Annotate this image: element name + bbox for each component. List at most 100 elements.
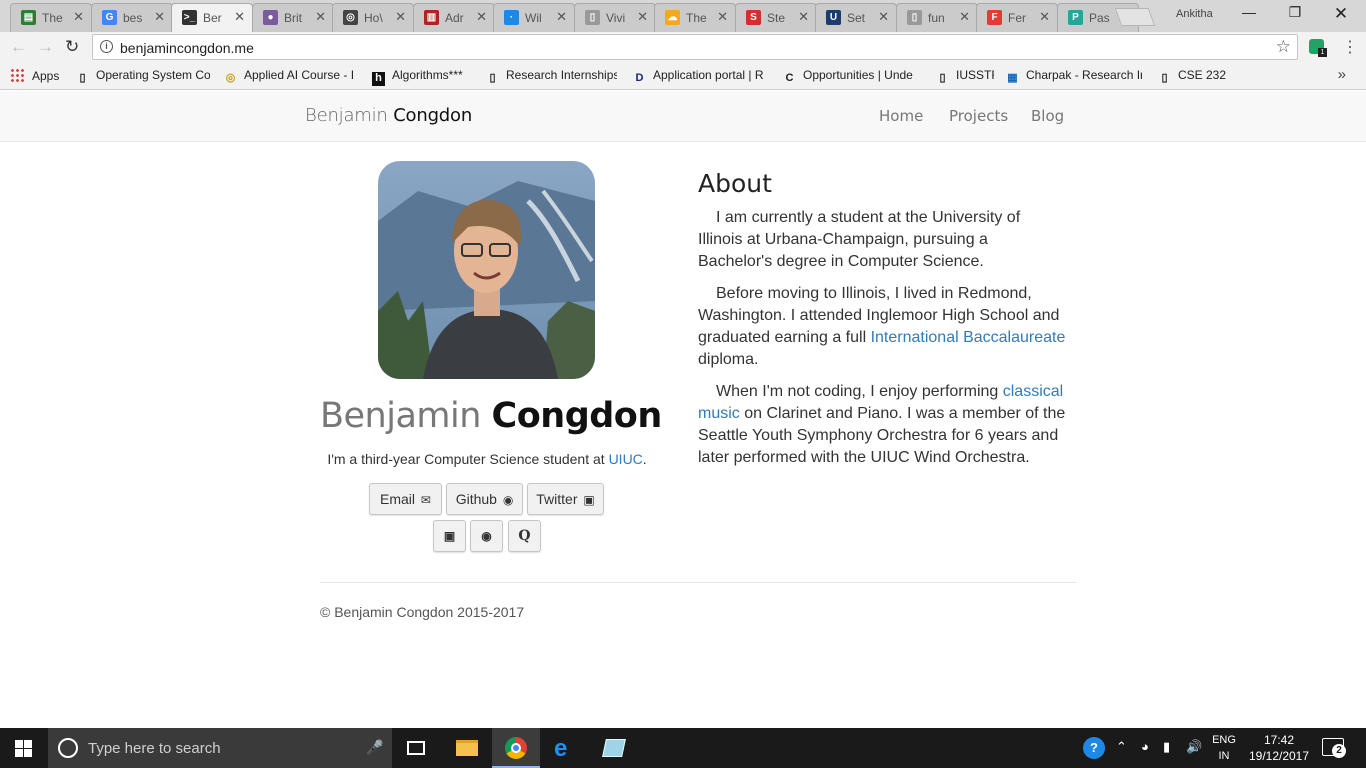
bookmarks-bar: Apps ▯ Operating System Co ◎ Applied AI Cour… xyxy=(0,62,1366,90)
browser-tab[interactable]: ▯ fun ✕ xyxy=(896,3,978,32)
bookmark-star-icon[interactable]: ☆ xyxy=(1276,37,1291,57)
browser-tab[interactable]: ▤ The ✕ xyxy=(10,3,92,32)
url-text[interactable]: benjamincongdon.me xyxy=(120,40,254,56)
bookmark-label: CSE 232 xyxy=(1178,68,1227,82)
tab-close-icon[interactable]: ✕ xyxy=(315,9,326,25)
google-icon: G xyxy=(102,10,117,25)
ib-link[interactable]: International Baccalaureate xyxy=(871,329,1066,346)
window-close-icon[interactable]: ✕ xyxy=(1318,4,1364,24)
taskbar-search[interactable]: Type here to search 🎤 xyxy=(48,728,392,768)
restore-icon[interactable]: ❐ xyxy=(1272,4,1318,21)
bookmark-item[interactable]: ◎ Applied AI Course - I xyxy=(224,68,354,85)
quora-button[interactable]: Q xyxy=(508,520,541,552)
tab-title: fun xyxy=(928,11,945,25)
twitter-button[interactable]: Twitter ▣ xyxy=(527,483,604,515)
minimize-icon[interactable]: — xyxy=(1226,4,1272,20)
para3-text: When I'm not coding, I enjoy performing xyxy=(716,383,1003,400)
browser-tab[interactable]: ● Brit ✕ xyxy=(252,3,334,32)
language-indicator[interactable]: ENG IN xyxy=(1212,732,1236,764)
volume-icon[interactable]: 🔊 xyxy=(1186,739,1202,755)
book-icon: ▤ xyxy=(21,10,36,25)
tab-close-icon[interactable]: ✕ xyxy=(556,9,567,25)
tab-close-icon[interactable]: ✕ xyxy=(154,9,165,25)
browser-tab[interactable]: Gbes ✕ xyxy=(91,3,173,32)
notification-icon[interactable]: 2 xyxy=(1322,738,1346,758)
twitter-label: Twitter xyxy=(536,491,578,507)
browser-tab[interactable]: · Wil ✕ xyxy=(493,3,575,32)
tab-close-icon[interactable]: ✕ xyxy=(798,9,809,25)
bookmark-item[interactable]: ▦ Charpak - Research In xyxy=(1006,68,1142,85)
microphone-icon[interactable]: 🎤 xyxy=(366,739,383,756)
browser-toolbar: ← → ↻ i benjamincongdon.me ☆ 1 ⋮ xyxy=(0,32,1366,62)
uiuc-link[interactable]: UIUC xyxy=(609,451,643,467)
bookmark-item[interactable]: Apps xyxy=(10,68,59,83)
linkedin-button[interactable]: ▣ xyxy=(433,520,466,552)
extension-icon[interactable]: 1 xyxy=(1309,39,1327,57)
wifi-icon[interactable]: ◕ xyxy=(1141,739,1149,754)
nav-projects[interactable]: Projects xyxy=(949,107,1008,125)
windows-start-icon[interactable] xyxy=(15,740,32,757)
fingerprint-icon: ◉ xyxy=(481,529,492,543)
app-icon[interactable] xyxy=(590,728,638,768)
reload-icon[interactable]: ↻ xyxy=(65,37,79,57)
chevron-up-icon[interactable]: ⌃ xyxy=(1116,739,1127,755)
tab-close-icon[interactable]: ✕ xyxy=(1039,9,1050,25)
browser-tab[interactable]: ☁ The ✕ xyxy=(654,3,736,32)
browser-menu-icon[interactable]: ⋮ xyxy=(1342,37,1358,57)
bookmark-item[interactable]: h Algorithms*** xyxy=(372,68,463,86)
f-icon: F xyxy=(987,10,1002,25)
tab-close-icon[interactable]: ✕ xyxy=(717,9,728,25)
info-icon[interactable]: i xyxy=(100,40,113,53)
profile-name[interactable]: Ankitha xyxy=(1176,8,1213,20)
browser-tab[interactable]: S Ste ✕ xyxy=(735,3,817,32)
bookmark-item[interactable]: ▯ CSE 232 xyxy=(1158,68,1226,85)
bookmark-item[interactable]: ▯ IUSSTF xyxy=(936,68,994,85)
battery-icon[interactable]: ▮ xyxy=(1163,739,1170,755)
back-icon[interactable]: ← xyxy=(10,37,27,57)
more-bookmarks-icon[interactable]: » xyxy=(1338,66,1346,83)
browser-tab[interactable]: ▯ Vivi ✕ xyxy=(574,3,656,32)
tab-close-icon[interactable]: ✕ xyxy=(395,9,406,25)
keybase-button[interactable]: ◉ xyxy=(470,520,503,552)
tab-close-icon[interactable]: ✕ xyxy=(476,9,487,25)
new-tab-button[interactable] xyxy=(1114,8,1156,26)
tab-close-icon[interactable]: ✕ xyxy=(637,9,648,25)
bookmark-item[interactable]: ▯ Research Internships xyxy=(486,68,617,85)
browser-tab[interactable]: F Fer ✕ xyxy=(976,3,1058,32)
browser-tab[interactable]: ◎ Ho\ ✕ xyxy=(332,3,414,32)
profile-name: Benjamin Congdon xyxy=(320,396,662,436)
edge-icon[interactable]: e xyxy=(541,728,589,768)
tab-close-icon[interactable]: ✕ xyxy=(234,9,245,25)
tab-close-icon[interactable]: ✕ xyxy=(73,9,84,25)
chrome-taskbar-icon[interactable] xyxy=(492,728,540,768)
bookmark-item[interactable]: C Opportunities | Unde xyxy=(783,68,913,86)
bookmark-label: Application portal | R xyxy=(653,68,764,82)
bookmark-label: Operating System Co xyxy=(96,68,210,82)
forward-icon[interactable]: → xyxy=(37,37,54,57)
github-button[interactable]: Github ◉ xyxy=(446,483,523,515)
site-brand[interactable]: Benjamin Congdon xyxy=(305,105,472,126)
help-icon[interactable]: ? xyxy=(1083,737,1105,759)
browser-tab[interactable]: ▥ Adr ✕ xyxy=(413,3,495,32)
bookmark-item[interactable]: ▯ Operating System Co xyxy=(76,68,210,85)
globe-icon: ◎ xyxy=(343,10,358,25)
system-clock[interactable]: 17:42 19/12/2017 xyxy=(1247,732,1311,764)
bookmark-item[interactable]: D Application portal | R xyxy=(633,68,764,86)
email-button[interactable]: Email ✉ xyxy=(369,483,442,515)
tab-title: Set xyxy=(847,11,866,25)
address-bar[interactable]: i benjamincongdon.me ☆ xyxy=(92,34,1298,60)
tab-close-icon[interactable]: ✕ xyxy=(878,9,889,25)
page-icon: ▯ xyxy=(79,72,86,84)
task-view-icon[interactable] xyxy=(393,728,441,768)
nav-blog[interactable]: Blog xyxy=(1031,107,1064,125)
github-icon: ◉ xyxy=(502,493,514,507)
file-explorer-icon[interactable] xyxy=(443,728,491,768)
nav-home[interactable]: Home xyxy=(879,107,923,125)
brand-first: Benjamin xyxy=(305,105,388,126)
tab-close-icon[interactable]: ✕ xyxy=(959,9,970,25)
page-icon: ▯ xyxy=(489,72,496,84)
clock-date: 19/12/2017 xyxy=(1248,749,1310,763)
browser-tab[interactable]: >_ Ber ✕ xyxy=(171,3,253,32)
bookmark-label: Charpak - Research In xyxy=(1026,68,1142,82)
browser-tab[interactable]: U Set ✕ xyxy=(815,3,897,32)
